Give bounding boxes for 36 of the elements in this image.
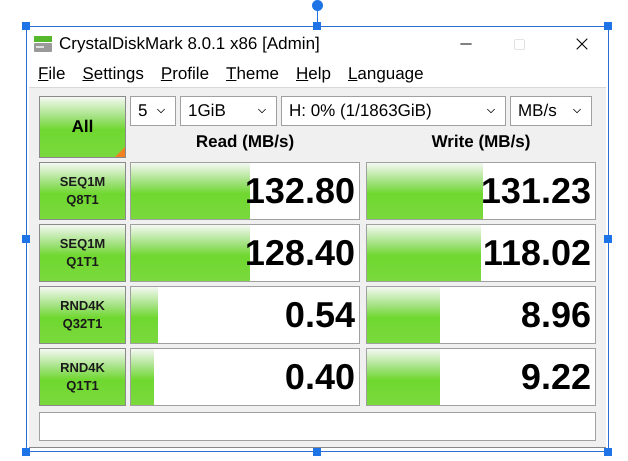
resize-handle[interactable]	[22, 22, 30, 30]
menu-item[interactable]: Help	[296, 60, 331, 86]
rotate-handle[interactable]	[312, 0, 323, 22]
menu-item[interactable]: Language	[348, 60, 424, 86]
menu-item[interactable]: Theme	[226, 60, 279, 86]
resize-handle[interactable]	[604, 448, 612, 456]
speed-value: 9.22	[520, 359, 591, 395]
resize-handle[interactable]	[604, 22, 612, 30]
speed-value: 131.23	[480, 173, 591, 209]
comment-field[interactable]	[39, 412, 596, 441]
test-button[interactable]: SEQ1M Q1T1	[39, 224, 126, 282]
test-button[interactable]: RND4K Q1T1	[39, 348, 126, 406]
menu-item[interactable]: Settings	[82, 60, 144, 86]
resize-handle[interactable]	[22, 448, 30, 456]
resize-handle[interactable]	[22, 235, 30, 243]
menu-item[interactable]: File	[38, 60, 66, 86]
run-all-button[interactable]: All	[39, 96, 126, 158]
column-header: Write (MB/s)	[432, 131, 530, 154]
resize-handle[interactable]	[313, 22, 321, 30]
speed-value: 118.02	[482, 235, 591, 271]
dropdown[interactable]: H: 0% (1/1863GiB)	[281, 96, 506, 126]
menu-item[interactable]: Profile	[160, 60, 210, 86]
window-title: CrystalDiskMark 8.0.1 x86 [Admin]	[59, 33, 320, 56]
dropdown[interactable]: MB/s	[510, 96, 592, 126]
dropdown[interactable]: 5	[130, 96, 176, 126]
maximize-icon[interactable]	[513, 38, 526, 50]
disk-icon	[33, 35, 53, 53]
dropdown[interactable]: 1GiB	[180, 96, 277, 126]
test-button[interactable]: SEQ1M Q8T1	[39, 162, 126, 220]
resize-handle[interactable]	[313, 448, 321, 456]
speed-value: 0.40	[284, 359, 355, 395]
speed-value: 0.54	[284, 297, 355, 333]
speed-value: 8.96	[520, 297, 591, 333]
test-button[interactable]: RND4K Q32T1	[39, 286, 126, 344]
column-header: Read (MB/s)	[196, 131, 294, 154]
resize-handle[interactable]	[604, 235, 612, 243]
